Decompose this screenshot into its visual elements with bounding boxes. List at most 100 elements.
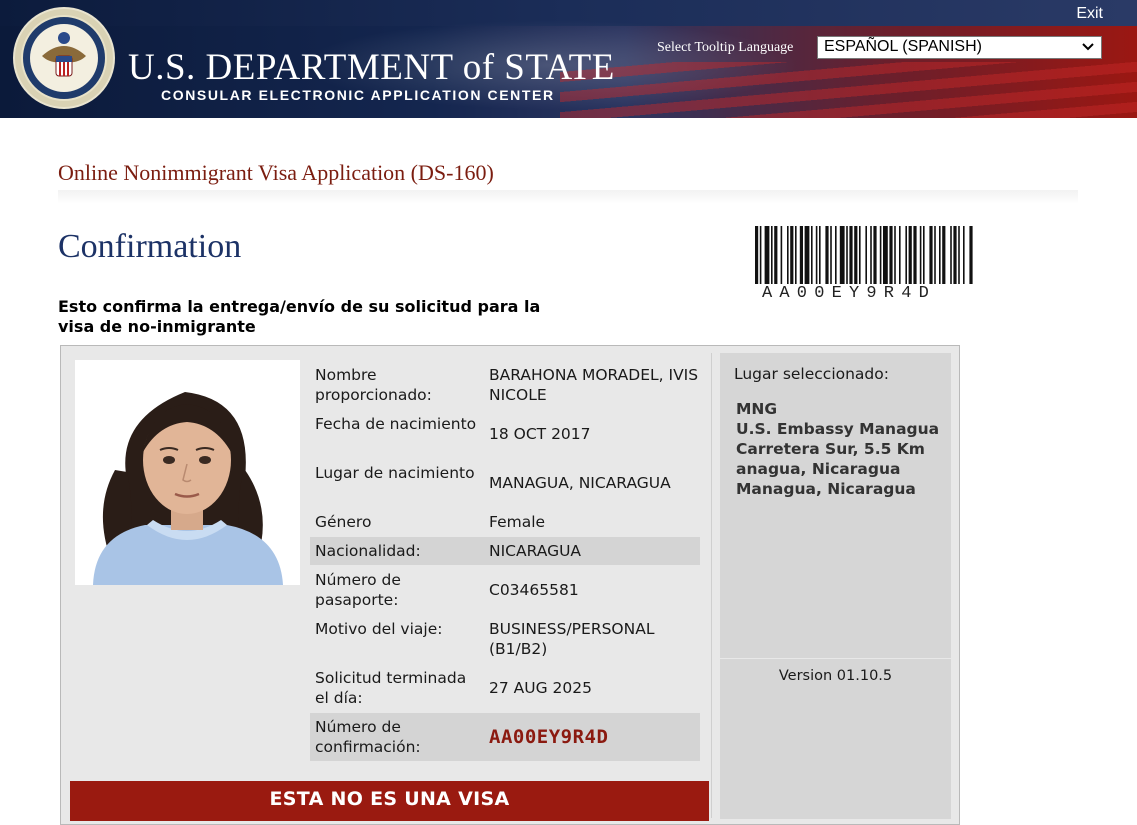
info-row: Motivo del viaje: BUSINESS/PERSONAL (B1/B…: [310, 615, 700, 663]
header-banner: U.S. DEPARTMENT of STATE CONSULAR ELECTR…: [0, 0, 1137, 118]
barcode-bar: [839, 226, 845, 284]
barcode-bar: [958, 226, 960, 284]
barcode-bar: [846, 226, 848, 284]
selected-location-address: MNG U.S. Embassy Managua Carretera Sur, …: [736, 399, 954, 499]
barcode-bar: [894, 226, 896, 284]
confirmation-intro-text: Esto confirma la entrega/envío de su sol…: [58, 297, 541, 336]
barcode-bar: [939, 226, 941, 284]
barcode-bar: [879, 226, 882, 284]
version-text: Version 01.10.5: [778, 668, 893, 684]
barcode-bar: [819, 226, 821, 284]
barcode-bar: [759, 226, 762, 284]
application-title: Online Nonimmigrant Visa Application (DS…: [58, 160, 494, 185]
applicant-photo: [75, 360, 300, 585]
barcode-bar: [787, 226, 789, 284]
barcode-bar: [929, 226, 933, 284]
barcode-bar: [830, 226, 832, 284]
info-label: Lugar de nacimiento: [315, 464, 475, 482]
department-subtitle: CONSULAR ELECTRONIC APPLICATION CENTER: [161, 87, 555, 103]
not-a-visa-text: ESTA NO ES UNA VISA: [269, 788, 510, 810]
info-value: 18 OCT 2017: [489, 425, 591, 443]
barcode-image: [755, 226, 973, 284]
info-label: Número de confirmación:: [315, 718, 421, 756]
not-a-visa-banner: ESTA NO ES UNA VISA: [70, 781, 709, 821]
tooltip-language-value: ESPAÑOL (SPANISH): [824, 38, 982, 55]
barcode-bar: [923, 226, 925, 284]
location-line: anagua, Nicaragua: [736, 460, 901, 478]
info-row: Número de confirmación: AA00EY9R4D: [310, 713, 700, 761]
location-line: Carretera Sur, 5.5 Km: [736, 440, 925, 458]
info-value: NICARAGUA: [489, 542, 582, 560]
info-value: BUSINESS/PERSONAL (B1/B2): [489, 620, 655, 658]
barcode-bar: [905, 226, 907, 284]
department-title: U.S. DEPARTMENT of STATE: [128, 47, 615, 88]
info-row: Nombre proporcionado: BARAHONA MORADEL, I…: [310, 361, 700, 409]
barcode-bar: [859, 226, 861, 284]
barcode-bar: [790, 226, 794, 284]
barcode-bar: [934, 226, 936, 284]
barcode-bar: [780, 226, 783, 284]
barcode-bar: [795, 226, 797, 284]
barcode-bar: [913, 226, 917, 284]
info-value: MANAGUA, NICARAGUA: [489, 474, 671, 492]
info-value: C03465581: [489, 581, 579, 599]
barcode-bar: [942, 226, 946, 284]
barcode-bar: [873, 226, 877, 284]
barcode-bar: [883, 226, 888, 284]
barcode-bar: [908, 226, 912, 284]
barcode-bar: [849, 226, 853, 284]
barcode-text: AA00EY9R4D: [762, 284, 937, 303]
barcode-bar: [811, 226, 813, 284]
barcode-bar: [771, 226, 773, 284]
barcode-bar: [865, 226, 867, 284]
barcode-bar: [799, 226, 803, 284]
barcode-bar: [835, 226, 837, 284]
selected-location-label: Lugar seleccionado:: [734, 365, 889, 383]
info-label: Solicitud terminada el día:: [315, 669, 467, 707]
info-label: Nombre proporcionado:: [315, 366, 432, 404]
barcode-bar: [764, 226, 770, 284]
barcode-bar: [899, 226, 901, 284]
flag-stripes: [560, 62, 1137, 118]
barcode-bar: [950, 226, 952, 284]
info-value: BARAHONA MORADEL, IVIS NICOLE: [489, 366, 699, 404]
barcode-bar: [870, 226, 872, 284]
barcode-bar: [969, 226, 973, 284]
info-label: Fecha de nacimiento: [315, 415, 477, 433]
department-seal-icon: [13, 7, 115, 109]
tooltip-language-select[interactable]: ESPAÑOL (SPANISH): [817, 36, 1102, 59]
applicant-portrait-icon: [75, 360, 300, 585]
info-row: Fecha de nacimiento 18 OCT 2017: [310, 410, 700, 458]
info-label: Nacionalidad:: [315, 542, 421, 560]
barcode-bar: [755, 226, 759, 284]
barcode-bar: [953, 226, 957, 284]
info-label: Motivo del viaje:: [315, 620, 443, 638]
location-line: Managua, Nicaragua: [736, 480, 916, 498]
info-value: Female: [489, 513, 546, 531]
location-line: U.S. Embassy Managua: [736, 420, 940, 438]
barcode-bar: [889, 226, 893, 284]
info-row: Nacionalidad: NICARAGUA: [310, 537, 700, 565]
page-title: Confirmation: [58, 228, 242, 265]
barcode-bar: [804, 226, 810, 284]
barcode-bar: [963, 226, 965, 284]
barcode-bar: [825, 226, 829, 284]
info-row: Número de pasaporte: C03465581: [310, 566, 700, 614]
info-row: Género Female: [310, 508, 700, 536]
title-divider: [58, 190, 1078, 204]
barcode-bar: [919, 226, 922, 284]
info-label: Género: [315, 513, 372, 531]
barcode-bar: [774, 226, 778, 284]
location-line: MNG: [736, 400, 778, 418]
confirmation-number: AA00EY9R4D: [489, 726, 609, 748]
card-divider: [711, 353, 712, 818]
info-value: 27 AUG 2025: [489, 679, 592, 697]
barcode-bar: [854, 226, 858, 284]
info-row: Solicitud terminada el día: 27 AUG 2025: [310, 664, 700, 712]
chevron-down-icon: [1082, 43, 1094, 51]
info-label: Número de pasaporte:: [315, 571, 401, 609]
barcode-bar: [815, 226, 818, 284]
tooltip-language-label: Select Tooltip Language: [657, 40, 794, 55]
info-row: Lugar de nacimiento MANAGUA, NICARAGUA: [310, 459, 700, 507]
exit-link[interactable]: Exit: [1076, 5, 1103, 23]
